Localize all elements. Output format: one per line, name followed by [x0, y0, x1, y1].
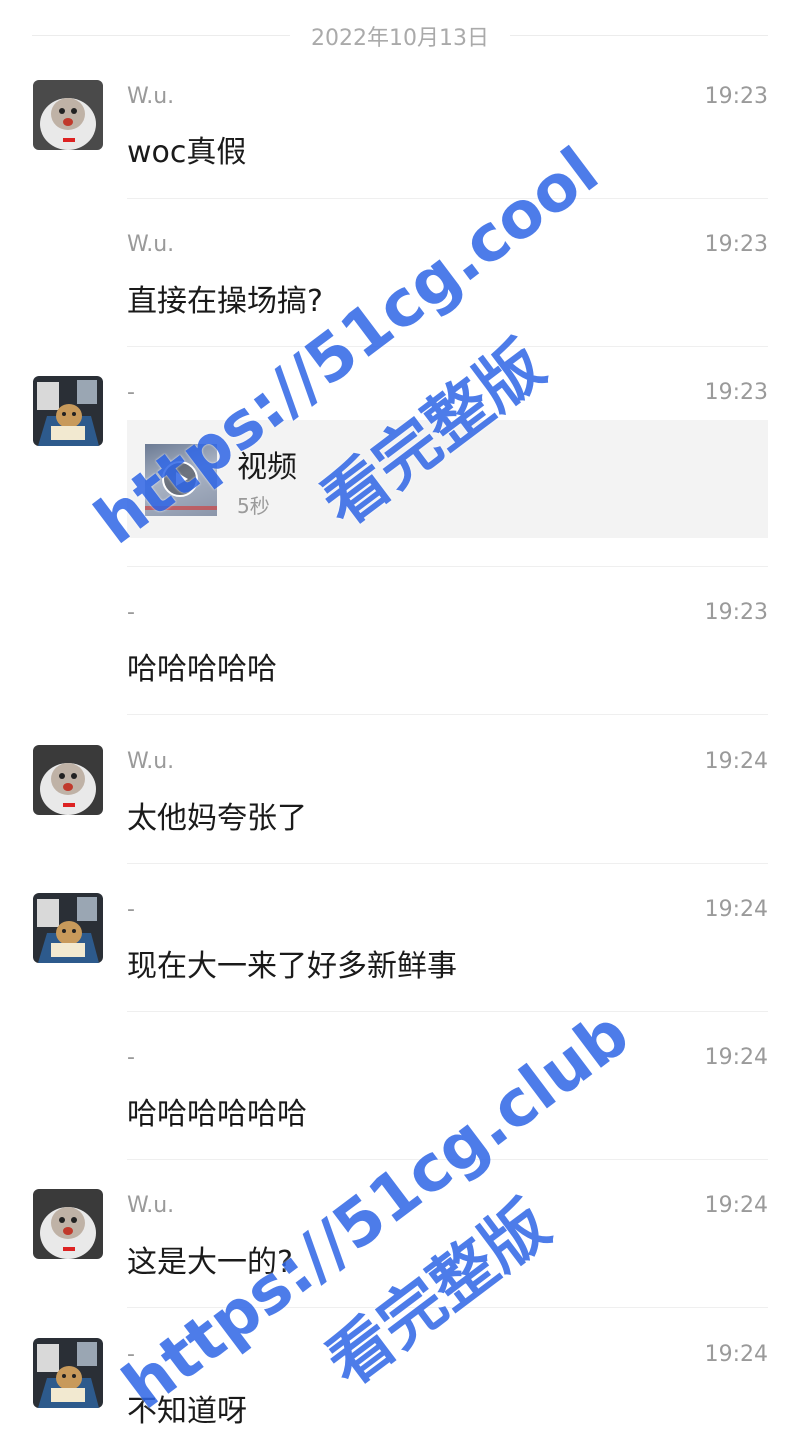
message-text: 直接在操场搞?	[127, 284, 323, 319]
chat-message[interactable]: W.u. 19:23 woc真假	[0, 72, 800, 202]
sender-name[interactable]: -	[127, 897, 135, 922]
avatar-cat-hoodie[interactable]	[33, 80, 103, 150]
chat-message[interactable]: - 19:24 现在大一来了好多新鲜事	[0, 885, 800, 1015]
avatar-cat-hoodie[interactable]	[33, 745, 103, 815]
message-text: woc真假	[127, 135, 247, 170]
message-time: 19:24	[704, 1342, 768, 1367]
message-time: 19:24	[704, 1045, 768, 1070]
chat-message[interactable]: - 19:24 哈哈哈哈哈哈	[0, 1033, 800, 1163]
message-text: 哈哈哈哈哈哈	[127, 1097, 307, 1132]
sender-name[interactable]: W.u.	[127, 232, 174, 257]
message-time: 19:23	[704, 84, 768, 109]
avatar-reading-bear[interactable]	[33, 1338, 103, 1408]
video-duration: 5秒	[237, 494, 270, 518]
message-divider	[127, 1011, 768, 1012]
message-time: 19:24	[704, 1193, 768, 1218]
avatar-reading-bear[interactable]	[33, 893, 103, 963]
message-divider	[127, 714, 768, 715]
date-separator: 2022年10月13日	[32, 18, 768, 52]
message-time: 19:23	[704, 380, 768, 405]
avatar-cat-hoodie[interactable]	[33, 1189, 103, 1259]
date-label: 2022年10月13日	[311, 26, 489, 51]
chat-message[interactable]: - 19:23 哈哈哈哈哈	[0, 588, 800, 718]
message-text: 哈哈哈哈哈	[127, 652, 277, 687]
message-divider	[127, 566, 768, 567]
message-time: 19:24	[704, 897, 768, 922]
sender-name[interactable]: W.u.	[127, 749, 174, 774]
message-time: 19:23	[704, 232, 768, 257]
date-divider-right	[510, 35, 768, 36]
sender-name[interactable]: -	[127, 380, 135, 405]
message-divider	[127, 346, 768, 347]
sender-name[interactable]: W.u.	[127, 84, 174, 109]
message-divider	[127, 198, 768, 199]
message-text: 太他妈夸张了	[127, 801, 307, 836]
sender-name[interactable]: -	[127, 600, 135, 625]
chat-message[interactable]: W.u. 19:24 太他妈夸张了	[0, 737, 800, 867]
sender-name[interactable]: W.u.	[127, 1193, 174, 1218]
sender-name[interactable]: -	[127, 1045, 135, 1070]
message-text: 现在大一来了好多新鲜事	[127, 949, 457, 984]
message-time: 19:23	[704, 600, 768, 625]
message-time: 19:24	[704, 749, 768, 774]
avatar-reading-bear[interactable]	[33, 376, 103, 446]
message-divider	[127, 863, 768, 864]
